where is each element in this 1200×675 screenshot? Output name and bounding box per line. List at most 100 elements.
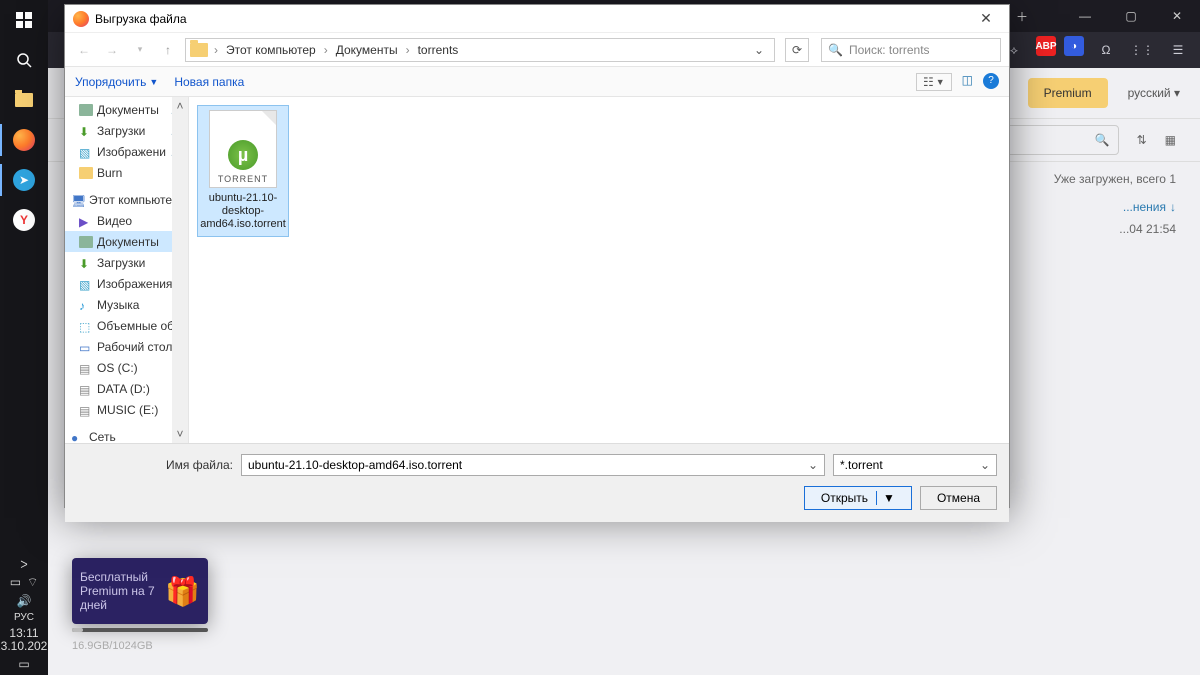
doc-icon: [79, 236, 93, 248]
dialog-title: Выгрузка файла: [95, 12, 187, 26]
dialog-nav: ← → ▾ ↑ › Этот компьютер› Документы› tor…: [65, 33, 1009, 67]
search-icon[interactable]: [0, 40, 48, 80]
search-icon: 🔍: [828, 43, 843, 57]
tree-item[interactable]: ▤OS (C:): [65, 357, 188, 378]
tree-item-label: Этот компьютер: [89, 193, 179, 207]
tree-item[interactable]: ▧Изображени📌: [65, 141, 188, 162]
preview-pane-button[interactable]: ◫: [962, 73, 973, 91]
tree-item[interactable]: ▤MUSIC (E:): [65, 399, 188, 420]
filetype-filter[interactable]: *.torrent⌄: [833, 454, 997, 476]
dialog-search-input[interactable]: 🔍Поиск: torrents: [821, 38, 1001, 62]
folder-icon: [79, 167, 93, 179]
vid-icon: ▶: [79, 215, 93, 227]
doc-icon: [79, 104, 93, 116]
tree-item[interactable]: 🖥 Этот компьютер: [65, 189, 188, 210]
language-selector[interactable]: русский ▾: [1128, 86, 1180, 100]
tree-item[interactable]: Документы: [65, 231, 188, 252]
new-folder-button[interactable]: Новая папка: [174, 75, 244, 89]
storage-bar: [72, 628, 208, 632]
view-mode-button[interactable]: ☷ ▼: [916, 73, 952, 91]
tree-item[interactable]: Документы📌: [65, 99, 188, 120]
tree-item[interactable]: ▭Рабочий стол: [65, 336, 188, 357]
mus-icon: ♪: [79, 299, 93, 311]
forward-button[interactable]: →: [101, 39, 123, 61]
tree-item[interactable]: ⬇Загрузки: [65, 252, 188, 273]
up-button[interactable]: ↑: [157, 39, 179, 61]
tree-item[interactable]: Burn: [65, 162, 188, 183]
battery-icon: ▭: [10, 575, 21, 590]
close-window-button[interactable]: ✕: [1154, 0, 1200, 32]
img-icon: ▧: [79, 278, 93, 290]
recent-dropdown[interactable]: ▾: [129, 39, 151, 61]
tree-scrollbar[interactable]: ˄˅: [172, 97, 188, 443]
dialog-footer: Имя файла: ubuntu-21.10-desktop-amd64.is…: [65, 443, 1009, 522]
explorer-icon[interactable]: [0, 80, 48, 120]
tree-item[interactable]: ▶ Видео: [65, 210, 188, 231]
input-language[interactable]: РУС: [14, 612, 34, 623]
sort-icon[interactable]: ⇅: [1137, 133, 1147, 147]
torrent-thumb-icon: µ TORRENT: [209, 110, 277, 188]
extension-icon[interactable]: ⋮⋮: [1128, 36, 1156, 64]
breadcrumb-dropdown[interactable]: ⌄: [748, 43, 770, 57]
start-button[interactable]: [0, 0, 48, 40]
net-icon: ●: [71, 431, 85, 443]
disk-icon: ▤: [79, 383, 93, 395]
folder-icon: [190, 43, 208, 57]
dl-icon: ⬇: [79, 125, 93, 137]
firefox-icon: [73, 11, 89, 27]
filename-input[interactable]: ubuntu-21.10-desktop-amd64.iso.torrent⌄: [241, 454, 825, 476]
tree-item-label: Объемные объ: [97, 319, 181, 333]
tree-item-label: Документы: [97, 103, 159, 117]
file-open-dialog: Выгрузка файла ✕ ← → ▾ ↑ › Этот компьюте…: [64, 4, 1010, 508]
organize-menu[interactable]: Упорядочить ▼: [75, 75, 158, 89]
volume-icon[interactable]: 🔊: [17, 594, 32, 608]
tree-item-label: Видео: [97, 214, 132, 228]
tree-item-label: Загрузки: [97, 124, 145, 138]
disk-icon: ▤: [79, 362, 93, 374]
system-tray[interactable]: ᐳ ▭⌔ 🔊 РУС 13:1123.10.2021 ▭: [0, 560, 48, 675]
dialog-titlebar: Выгрузка файла ✕: [65, 5, 1009, 33]
premium-button[interactable]: Premium: [1028, 78, 1108, 108]
tree-item[interactable]: ⬚ Объемные объ: [65, 315, 188, 336]
img-icon: ▧: [79, 146, 93, 158]
notifications-icon[interactable]: ▭: [18, 657, 29, 671]
file-item[interactable]: µ TORRENT ubuntu-21.10-desktop-amd64.iso…: [197, 105, 289, 237]
abp-extension-icon[interactable]: ABP: [1036, 36, 1056, 56]
minimize-button[interactable]: —: [1062, 0, 1108, 32]
breadcrumb[interactable]: › Этот компьютер› Документы› torrents ⌄: [185, 38, 775, 62]
open-button[interactable]: Открыть▼: [804, 486, 912, 510]
tree-item[interactable]: ▧ Изображения: [65, 273, 188, 294]
new-tab-button[interactable]: ＋: [1008, 2, 1036, 30]
close-dialog-button[interactable]: ✕: [971, 10, 1001, 27]
help-button[interactable]: ?: [983, 73, 999, 89]
tree-item[interactable]: ● Сеть: [65, 426, 188, 443]
tree-item-label: Сеть: [89, 430, 116, 444]
storage-caption: 16.9GB/1024GB: [72, 640, 153, 652]
folder-tree[interactable]: Документы📌⬇Загрузки📌▧Изображени📌Burn🖥Это…: [65, 97, 189, 443]
maximize-button[interactable]: ▢: [1108, 0, 1154, 32]
refresh-button[interactable]: ⟳: [785, 38, 809, 62]
grid-view-icon[interactable]: ▦: [1165, 133, 1176, 147]
tree-item[interactable]: ⬇Загрузки📌: [65, 120, 188, 141]
dl-icon: ⬇: [79, 257, 93, 269]
dialog-toolbar: Упорядочить ▼ Новая папка ☷ ▼ ◫ ?: [65, 67, 1009, 97]
tree-item-label: DATA (D:): [97, 382, 150, 396]
pc-icon: 🖥: [71, 194, 85, 206]
back-button[interactable]: ←: [73, 39, 95, 61]
yandex-taskbar-icon[interactable]: Y: [0, 200, 48, 240]
ublock-extension-icon[interactable]: ◑: [1064, 36, 1084, 56]
tree-item[interactable]: ♪Музыка: [65, 294, 188, 315]
tree-item[interactable]: ▤ DATA (D:): [65, 378, 188, 399]
file-list[interactable]: µ TORRENT ubuntu-21.10-desktop-amd64.iso…: [189, 97, 1009, 443]
clock[interactable]: 13:1123.10.2021: [0, 627, 54, 653]
tree-item-label: Изображения: [97, 277, 172, 291]
hamburger-menu-icon[interactable]: ☰: [1164, 36, 1192, 64]
extension-icon[interactable]: Ω: [1092, 36, 1120, 64]
telegram-taskbar-icon[interactable]: ➤: [0, 160, 48, 200]
vol-icon: ⬚: [79, 320, 93, 332]
cancel-button[interactable]: Отмена: [920, 486, 997, 510]
promo-card[interactable]: БесплатныйPremium на 7дней 🎁: [72, 558, 208, 624]
firefox-taskbar-icon[interactable]: [0, 120, 48, 160]
tree-item-label: Документы: [97, 235, 159, 249]
disk-icon: ▤: [79, 404, 93, 416]
